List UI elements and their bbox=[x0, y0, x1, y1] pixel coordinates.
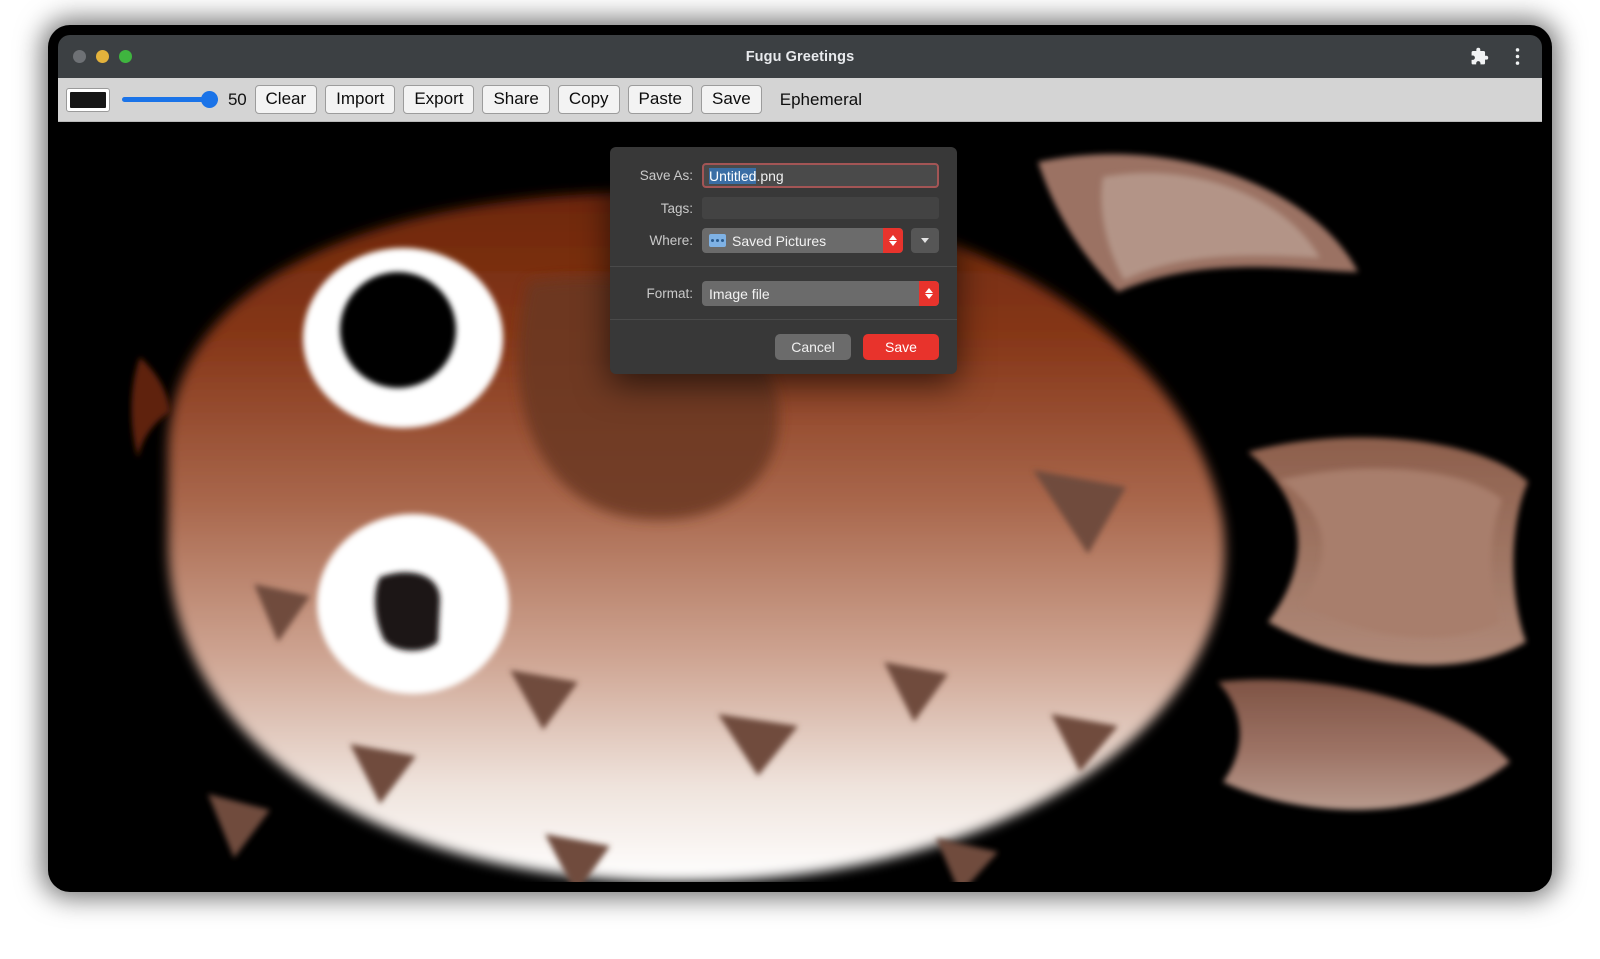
cancel-button[interactable]: Cancel bbox=[775, 334, 851, 360]
maximize-window-button[interactable] bbox=[119, 50, 132, 63]
close-window-button[interactable] bbox=[73, 50, 86, 63]
copy-button[interactable]: Copy bbox=[558, 85, 620, 114]
chevron-down-icon bbox=[921, 238, 929, 243]
format-dropdown[interactable]: Image file bbox=[702, 281, 939, 306]
chevron-up-icon bbox=[925, 288, 933, 293]
chevron-down-icon bbox=[925, 294, 933, 299]
traffic-light-group bbox=[73, 50, 132, 63]
puzzle-piece-icon[interactable] bbox=[1468, 46, 1490, 68]
export-button[interactable]: Export bbox=[403, 85, 474, 114]
blue-folder-icon bbox=[709, 234, 726, 247]
titlebar-actions bbox=[1468, 46, 1528, 68]
where-label: Where: bbox=[628, 233, 702, 248]
ephemeral-label: Ephemeral bbox=[780, 90, 862, 110]
color-picker-swatch[interactable] bbox=[66, 88, 110, 112]
brush-size-value: 50 bbox=[228, 90, 247, 110]
dialog-divider-bottom bbox=[610, 319, 957, 320]
where-value-text: Saved Pictures bbox=[732, 233, 826, 249]
save-as-selected-text: Untitled bbox=[709, 168, 756, 184]
tags-label: Tags: bbox=[628, 201, 702, 216]
where-stepper-icon[interactable] bbox=[883, 228, 903, 253]
save-button[interactable]: Save bbox=[863, 334, 939, 360]
where-location-dropdown[interactable]: Saved Pictures bbox=[702, 228, 903, 253]
format-row: Format: Image file bbox=[610, 281, 957, 306]
save-as-extension-text: .png bbox=[756, 168, 783, 184]
clear-button[interactable]: Clear bbox=[255, 85, 318, 114]
minimize-window-button[interactable] bbox=[96, 50, 109, 63]
share-button[interactable]: Share bbox=[482, 85, 549, 114]
chevron-up-icon bbox=[889, 235, 897, 240]
browser-window: Fugu Greetings 50 Clear Import Expor bbox=[58, 35, 1542, 882]
where-row: Where: Saved Pictures bbox=[610, 228, 957, 253]
format-value-text: Image file bbox=[709, 286, 770, 302]
paste-button[interactable]: Paste bbox=[628, 85, 693, 114]
expand-browser-button[interactable] bbox=[911, 228, 939, 253]
dialog-button-row: Cancel Save bbox=[610, 334, 957, 374]
format-stepper-icon[interactable] bbox=[919, 281, 939, 306]
save-file-dialog: Save As: Untitled.png Tags: Where: Saved… bbox=[610, 147, 957, 374]
save-as-input[interactable]: Untitled.png bbox=[702, 163, 939, 188]
tags-input[interactable] bbox=[702, 197, 939, 219]
brush-size-slider[interactable] bbox=[122, 89, 218, 111]
color-swatch-fill bbox=[70, 92, 106, 108]
format-label: Format: bbox=[628, 286, 702, 301]
window-titlebar: Fugu Greetings bbox=[58, 35, 1542, 78]
drawing-canvas[interactable]: Save As: Untitled.png Tags: Where: Saved… bbox=[58, 122, 1542, 882]
three-dot-menu-icon[interactable] bbox=[1506, 46, 1528, 68]
import-button[interactable]: Import bbox=[325, 85, 395, 114]
save-as-row: Save As: Untitled.png bbox=[610, 163, 957, 188]
tags-row: Tags: bbox=[610, 197, 957, 219]
drawing-toolbar: 50 Clear Import Export Share Copy Paste … bbox=[58, 78, 1542, 122]
window-title: Fugu Greetings bbox=[58, 49, 1542, 65]
dialog-divider-top bbox=[610, 266, 957, 267]
slider-thumb[interactable] bbox=[201, 91, 218, 108]
chevron-down-icon bbox=[889, 241, 897, 246]
save-toolbar-button[interactable]: Save bbox=[701, 85, 762, 114]
save-as-label: Save As: bbox=[628, 168, 702, 183]
